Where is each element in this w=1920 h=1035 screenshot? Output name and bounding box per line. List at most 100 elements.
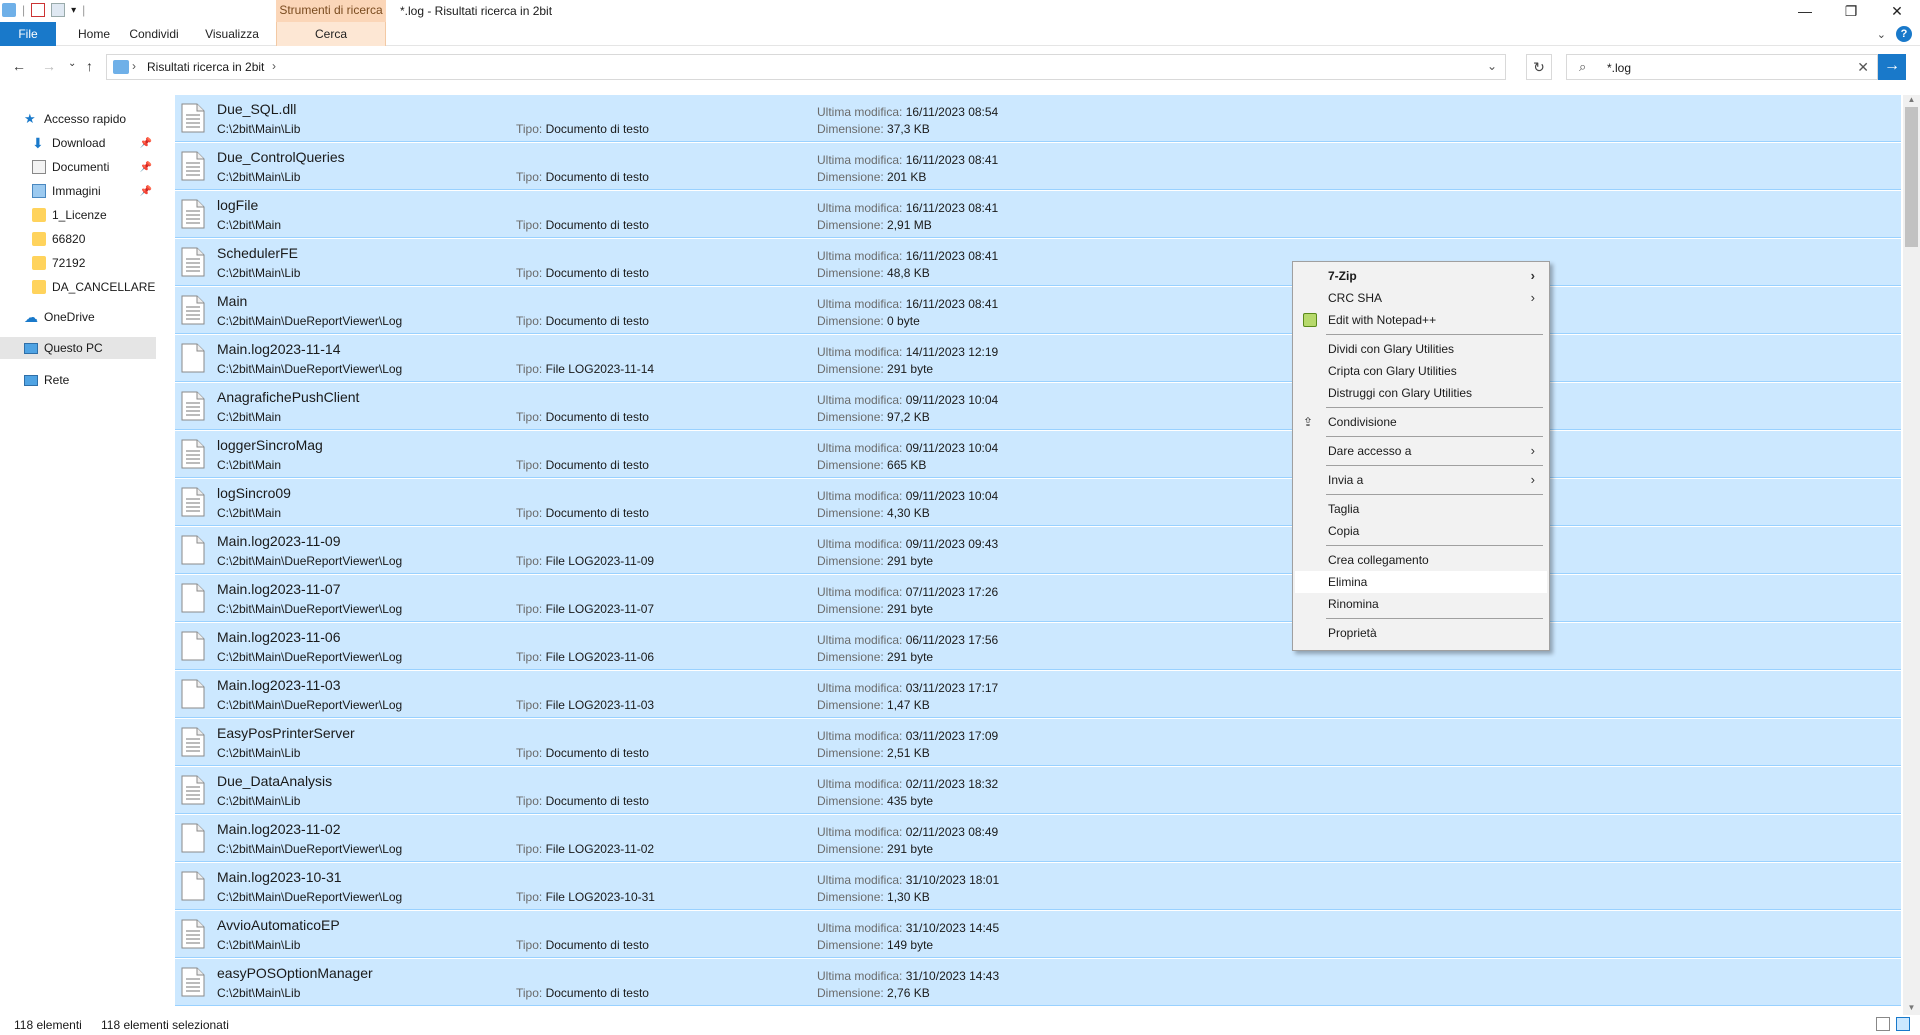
chevron-down-icon[interactable]: ⌄ xyxy=(1487,59,1497,73)
file-row[interactable]: loggerSincroMag C:\2bit\Main Tipo: Documen… xyxy=(175,431,1901,478)
back-arrow-icon[interactable]: ← xyxy=(12,58,26,74)
menu-item-crea-collegamento[interactable]: Crea collegamento xyxy=(1295,549,1547,571)
properties-icon[interactable] xyxy=(31,3,46,17)
file-row[interactable]: Due_DataAnalysis C:\2bit\Main\Lib Tipo: Do… xyxy=(175,767,1901,814)
file-name[interactable]: logFile xyxy=(217,197,258,213)
sidebar-item-66820[interactable]: 66820 xyxy=(32,228,158,250)
search-results-list[interactable]: Due_SQL.dll C:\2bit\Main\Lib Tipo: Documen… xyxy=(175,95,1901,1015)
file-name[interactable]: easyPOSOptionManager xyxy=(217,965,373,981)
menu-item-taglia[interactable]: Taglia xyxy=(1295,498,1547,520)
file-row[interactable]: Main C:\2bit\Main\DueReportViewer\Log Tipo… xyxy=(175,287,1901,334)
minimize-button[interactable]: — xyxy=(1782,0,1828,22)
menu-item-condivisione[interactable]: ⇪ Condivisione xyxy=(1295,411,1547,433)
chevron-right-icon[interactable]: › xyxy=(272,59,276,73)
menu-item-rinomina[interactable]: Rinomina xyxy=(1295,593,1547,615)
file-name[interactable]: loggerSincroMag xyxy=(217,437,323,453)
tab-view[interactable]: Visualizza xyxy=(194,22,270,46)
file-name[interactable]: EasyPosPrinterServer xyxy=(217,725,355,741)
file-row[interactable]: AnagrafichePushClient C:\2bit\Main Tipo: D… xyxy=(175,383,1901,430)
file-name[interactable]: Main xyxy=(217,293,247,309)
search-go-button[interactable]: → xyxy=(1878,54,1906,80)
file-row[interactable]: EasyPosPrinterServer C:\2bit\Main\Lib Tipo… xyxy=(175,719,1901,766)
file-name[interactable]: Main.log2023-11-07 xyxy=(217,581,341,597)
forward-arrow-icon[interactable]: → xyxy=(42,58,56,74)
tab-share[interactable]: Condividi xyxy=(124,22,184,46)
scroll-thumb[interactable] xyxy=(1905,107,1918,247)
tab-home[interactable]: Home xyxy=(66,22,122,46)
up-arrow-icon[interactable]: ↑ xyxy=(86,58,93,74)
menu-item-edit-with-notepad[interactable]: Edit with Notepad++ xyxy=(1295,309,1547,331)
menu-item-invia-a[interactable]: Invia a › xyxy=(1295,469,1547,491)
file-row[interactable]: Main.log2023-11-14 C:\2bit\Main\DueReport… xyxy=(175,335,1901,382)
file-row[interactable]: Main.log2023-11-07 C:\2bit\Main\DueReport… xyxy=(175,575,1901,622)
file-row[interactable]: easyPOSOptionManager C:\2bit\Main\Lib Tipo… xyxy=(175,959,1901,1006)
file-row[interactable]: Main.log2023-10-31 C:\2bit\Main\DueReport… xyxy=(175,863,1901,910)
sidebar-item-quick-access[interactable]: ★ Accesso rapido xyxy=(24,108,180,130)
sidebar-item-da-cancellare[interactable]: DA_CANCELLARE xyxy=(32,276,158,298)
scroll-up-icon[interactable]: ▲ xyxy=(1903,95,1920,107)
file-name[interactable]: Main.log2023-11-03 xyxy=(217,677,341,693)
qat-dropdown-icon[interactable]: ▾ xyxy=(71,5,76,16)
sidebar-item-this-pc[interactable]: Questo PC xyxy=(0,337,156,359)
file-name[interactable]: SchedulerFE xyxy=(217,245,298,261)
tab-file[interactable]: File xyxy=(0,22,56,46)
vertical-scrollbar[interactable]: ▲ ▼ xyxy=(1903,95,1920,1015)
sidebar-item-1-licenze[interactable]: 1_Licenze xyxy=(32,204,158,226)
file-name[interactable]: Main.log2023-11-09 xyxy=(217,533,341,549)
file-row[interactable]: Main.log2023-11-09 C:\2bit\Main\DueReport… xyxy=(175,527,1901,574)
menu-item-distruggi-con-glary-utilities[interactable]: Distruggi con Glary Utilities xyxy=(1295,382,1547,404)
pin-icon[interactable]: 📌 xyxy=(140,138,152,149)
menu-item-cripta-con-glary-utilities[interactable]: Cripta con Glary Utilities xyxy=(1295,360,1547,382)
menu-item-copia[interactable]: Copia xyxy=(1295,520,1547,542)
file-row[interactable]: logSincro09 C:\2bit\Main Tipo: Documento d… xyxy=(175,479,1901,526)
search-box[interactable]: ⌕ *.log ✕ xyxy=(1566,54,1878,80)
pin-icon[interactable]: 📌 xyxy=(140,186,152,197)
pin-icon[interactable]: 📌 xyxy=(140,162,152,173)
search-input[interactable]: *.log xyxy=(1607,61,1631,75)
sidebar-item-download[interactable]: ⬇ Download 📌 xyxy=(32,132,158,154)
menu-item-7-zip[interactable]: 7-Zip › xyxy=(1295,265,1547,287)
sidebar-item-documents[interactable]: Documenti 📌 xyxy=(32,156,158,178)
file-name[interactable]: Due_DataAnalysis xyxy=(217,773,332,789)
chevron-right-icon[interactable]: › xyxy=(132,59,136,73)
file-name[interactable]: Due_ControlQueries xyxy=(217,149,345,165)
details-view-icon[interactable] xyxy=(1876,1017,1890,1031)
file-name[interactable]: Main.log2023-10-31 xyxy=(217,869,342,885)
sidebar-item-network[interactable]: Rete xyxy=(24,369,180,391)
file-row[interactable]: AvvioAutomaticoEP C:\2bit\Main\Lib Tipo: D… xyxy=(175,911,1901,958)
file-row[interactable]: Due_ControlQueries C:\2bit\Main\Lib Tipo: … xyxy=(175,143,1901,190)
file-row[interactable]: logFile C:\2bit\Main Tipo: Documento di te… xyxy=(175,191,1901,238)
file-row[interactable]: Main.log2023-11-03 C:\2bit\Main\DueReport… xyxy=(175,671,1901,718)
content-view-icon[interactable] xyxy=(1896,1017,1910,1031)
menu-item-propriet[interactable]: Proprietà xyxy=(1295,622,1547,644)
file-name[interactable]: Main.log2023-11-02 xyxy=(217,821,341,837)
tab-search[interactable]: Cerca xyxy=(276,22,386,46)
address-bar[interactable]: › Risultati ricerca in 2bit › ⌄ xyxy=(106,54,1506,80)
file-name[interactable]: AvvioAutomaticoEP xyxy=(217,917,340,933)
recent-dropdown-icon[interactable]: ⌄ xyxy=(68,58,76,69)
restore-button[interactable]: ❐ xyxy=(1828,0,1874,22)
file-row[interactable]: Due_SQL.dll C:\2bit\Main\Lib Tipo: Documen… xyxy=(175,95,1901,142)
file-name[interactable]: Main.log2023-11-14 xyxy=(217,341,341,357)
ribbon-expand-icon[interactable]: ⌄ xyxy=(1877,28,1886,41)
file-row[interactable]: Main.log2023-11-06 C:\2bit\Main\DueReport… xyxy=(175,623,1901,670)
menu-item-elimina[interactable]: Elimina xyxy=(1295,571,1547,593)
sidebar-item-pictures[interactable]: Immagini 📌 xyxy=(32,180,158,202)
file-row[interactable]: Main.log2023-11-02 C:\2bit\Main\DueReport… xyxy=(175,815,1901,862)
close-button[interactable]: ✕ xyxy=(1874,0,1920,22)
sidebar-item-72192[interactable]: 72192 xyxy=(32,252,158,274)
menu-item-crc-sha[interactable]: CRC SHA › xyxy=(1295,287,1547,309)
file-name[interactable]: Main.log2023-11-06 xyxy=(217,629,341,645)
new-folder-icon[interactable] xyxy=(51,3,66,17)
address-path[interactable]: Risultati ricerca in 2bit xyxy=(147,60,264,74)
refresh-button[interactable]: ↻ xyxy=(1526,54,1552,80)
file-row[interactable]: SchedulerFE C:\2bit\Main\Lib Tipo: Documen… xyxy=(175,239,1901,286)
file-name[interactable]: AnagrafichePushClient xyxy=(217,389,359,405)
scroll-down-icon[interactable]: ▼ xyxy=(1903,1003,1920,1015)
help-icon[interactable]: ? xyxy=(1896,26,1912,42)
file-name[interactable]: logSincro09 xyxy=(217,485,291,501)
menu-item-dividi-con-glary-utilities[interactable]: Dividi con Glary Utilities xyxy=(1295,338,1547,360)
sidebar-item-onedrive[interactable]: ☁ OneDrive xyxy=(24,306,180,328)
file-name[interactable]: Due_SQL.dll xyxy=(217,101,296,117)
close-icon[interactable]: ✕ xyxy=(1857,59,1869,76)
